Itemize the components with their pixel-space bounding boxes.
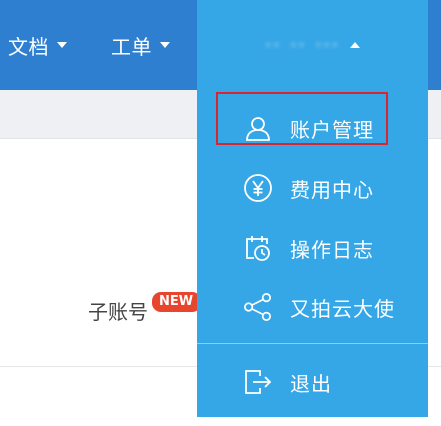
clock-calendar-icon — [243, 233, 273, 263]
menu-item-label: 退出 — [290, 371, 332, 396]
nav-docs-dropdown[interactable]: 文档 — [8, 30, 67, 60]
menu-item-account-management[interactable]: 账户管理 — [197, 103, 428, 153]
menu-item-billing-center[interactable]: 费用中心 — [197, 163, 428, 213]
menu-item-ambassador[interactable]: 又拍云大使 — [197, 282, 428, 332]
menu-item-label: 操作日志 — [290, 237, 374, 262]
user-dropdown-menu: ·· ·· ··· 账户管理 费用中心 操作日志 又拍云大使 退出 — [197, 0, 428, 417]
chevron-down-icon — [160, 42, 170, 48]
menu-item-label: 费用中心 — [290, 177, 374, 202]
chevron-up-icon — [350, 42, 361, 48]
user-name: ·· ·· ··· — [264, 33, 341, 57]
menu-item-label: 账户管理 — [290, 117, 374, 142]
user-icon — [243, 113, 273, 143]
yen-icon — [243, 173, 273, 203]
menu-item-operation-log[interactable]: 操作日志 — [197, 223, 428, 273]
sub-account-label: 子账号 — [88, 300, 148, 324]
nav-tickets-label: 工单 — [111, 34, 152, 59]
new-badge: NEW — [152, 292, 202, 312]
logout-icon — [243, 367, 273, 397]
menu-divider — [197, 343, 428, 344]
menu-item-logout[interactable]: 退出 — [197, 357, 428, 407]
nav-tickets-dropdown[interactable]: 工单 — [111, 30, 170, 60]
menu-item-label: 又拍云大使 — [290, 296, 395, 321]
user-menu-toggle[interactable]: ·· ·· ··· — [197, 0, 428, 90]
share-icon — [243, 292, 273, 322]
nav-docs-label: 文档 — [8, 34, 49, 59]
sub-account-link[interactable]: 子账号 NEW — [88, 292, 202, 325]
chevron-down-icon — [57, 42, 67, 48]
